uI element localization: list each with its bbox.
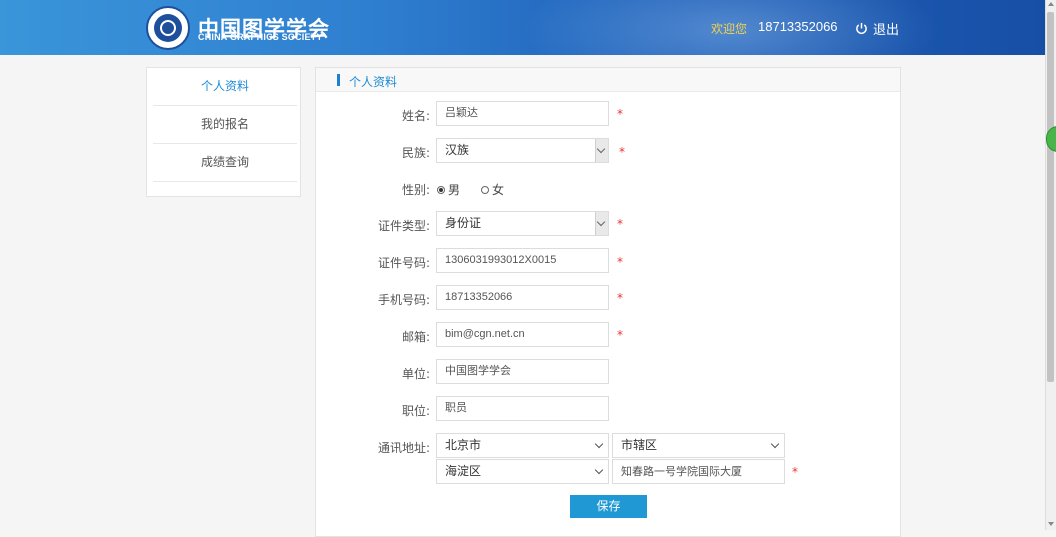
id-type-value: 身份证: [445, 216, 482, 230]
society-logo-icon: [146, 6, 190, 50]
scroll-down-icon[interactable]: [1048, 522, 1054, 526]
top-header: 中国图学学会 CHINA GRAPHICS SOCIETY 欢迎您 187133…: [0, 0, 1045, 55]
address-label: 通讯地址:: [377, 441, 430, 455]
province-value: 北京市: [445, 438, 482, 452]
name-label: 姓名:: [401, 109, 430, 123]
mobile-input[interactable]: 18713352066: [436, 285, 609, 310]
ethnicity-value: 汉族: [445, 143, 470, 157]
save-button[interactable]: 保存: [570, 495, 647, 518]
sidebar-item-scores[interactable]: 成绩查询: [153, 144, 297, 182]
chevron-down-icon: [594, 439, 604, 449]
gender-male-label: 男: [448, 183, 461, 197]
position-input[interactable]: 职员: [436, 396, 609, 421]
chevron-down-icon: [595, 139, 608, 162]
welcome-text: 欢迎您: [711, 22, 748, 36]
scrollbar-thumb[interactable]: [1047, 12, 1054, 382]
chevron-down-icon: [594, 465, 604, 475]
user-phone: 18713352066: [758, 19, 838, 34]
sidebar-item-profile[interactable]: 个人资料: [153, 68, 297, 106]
radio-checked-icon: [437, 185, 445, 194]
company-input[interactable]: 中国图学学会: [436, 359, 609, 384]
chevron-down-icon: [770, 439, 780, 449]
required-mark: *: [617, 291, 623, 305]
district-value: 海淀区: [445, 464, 482, 478]
required-mark: *: [617, 328, 623, 342]
required-mark: *: [617, 107, 623, 121]
mobile-label: 手机号码:: [377, 293, 430, 307]
logout-button[interactable]: 退出: [855, 19, 899, 38]
scroll-up-icon[interactable]: [1048, 2, 1054, 6]
power-icon: [856, 22, 867, 34]
sidebar-item-registration[interactable]: 我的报名: [153, 106, 297, 144]
email-input[interactable]: bim@cgn.net.cn: [436, 322, 609, 347]
id-type-label: 证件类型:: [377, 219, 430, 233]
gender-female-radio[interactable]: 女: [481, 181, 504, 198]
chevron-down-icon: [595, 212, 608, 235]
position-label: 职位:: [401, 404, 430, 418]
required-mark: *: [617, 255, 623, 269]
city-value: 市辖区: [621, 438, 658, 452]
email-label: 邮箱:: [401, 330, 430, 344]
title-accent-bar: [337, 74, 340, 86]
city-select[interactable]: 市辖区: [612, 433, 785, 458]
district-select[interactable]: 海淀区: [436, 459, 609, 484]
gender-label: 性别:: [401, 183, 430, 197]
company-label: 单位:: [401, 367, 430, 381]
required-mark: *: [792, 465, 798, 479]
gender-female-label: 女: [492, 183, 505, 197]
gender-male-radio[interactable]: 男: [437, 181, 460, 198]
id-number-input[interactable]: 1306031993012X0015: [436, 248, 609, 273]
panel-header: 个人资料: [316, 68, 900, 92]
name-input[interactable]: 吕颖达: [436, 101, 609, 126]
province-select[interactable]: 北京市: [436, 433, 609, 458]
panel-title: 个人资料: [349, 75, 398, 89]
ethnicity-label: 民族:: [401, 146, 430, 160]
radio-unchecked-icon: [481, 185, 489, 194]
required-mark: *: [619, 145, 625, 159]
logo-title-en: CHINA GRAPHICS SOCIETY: [198, 32, 323, 42]
required-mark: *: [617, 217, 623, 231]
id-number-label: 证件号码:: [377, 256, 430, 270]
sidebar: 个人资料 我的报名 成绩查询: [146, 67, 301, 197]
ethnicity-select[interactable]: 汉族: [436, 138, 609, 163]
logout-label: 退出: [873, 23, 900, 38]
id-type-select[interactable]: 身份证: [436, 211, 609, 236]
street-input[interactable]: 知春路一号学院国际大厦: [612, 459, 785, 484]
